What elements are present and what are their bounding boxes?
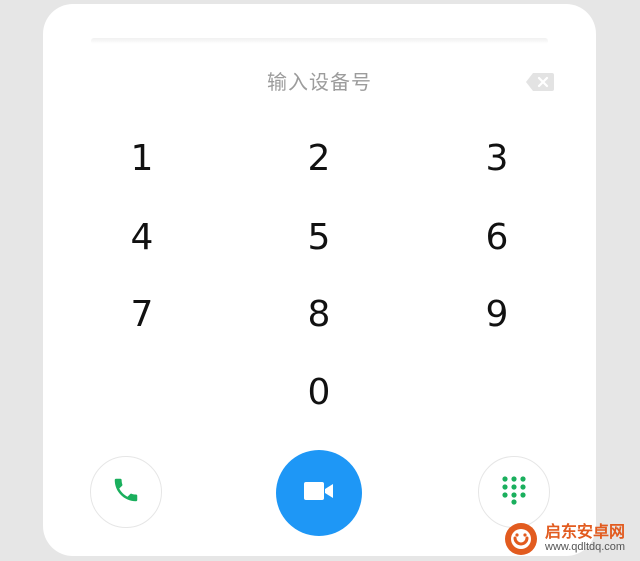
key-6[interactable]: 6 [452, 207, 542, 267]
voice-call-button[interactable] [90, 456, 162, 528]
key-0[interactable]: 0 [274, 362, 364, 422]
device-number-input[interactable]: 输入设备号 [43, 66, 596, 95]
key-9[interactable]: 9 [452, 284, 542, 344]
key-7[interactable]: 7 [97, 284, 187, 344]
backspace-icon[interactable] [525, 72, 555, 92]
watermark-url: www.qdltdq.com [545, 541, 626, 553]
site-watermark: 启东安卓网 www.qdltdq.com [495, 516, 640, 561]
phone-icon [111, 475, 141, 509]
video-camera-icon [302, 479, 336, 507]
key-3[interactable]: 3 [452, 128, 542, 188]
dialer-card: 输入设备号 1 2 3 4 5 6 7 8 9 0 [43, 4, 596, 556]
watermark-title: 启东安卓网 [545, 522, 626, 541]
dialpad-icon [501, 475, 527, 509]
watermark-logo-icon [505, 522, 537, 555]
key-2[interactable]: 2 [274, 128, 364, 188]
key-5[interactable]: 5 [274, 207, 364, 267]
top-divider [91, 38, 548, 44]
key-1[interactable]: 1 [97, 128, 187, 188]
key-8[interactable]: 8 [274, 284, 364, 344]
key-4[interactable]: 4 [97, 207, 187, 267]
video-call-button[interactable] [276, 450, 362, 536]
